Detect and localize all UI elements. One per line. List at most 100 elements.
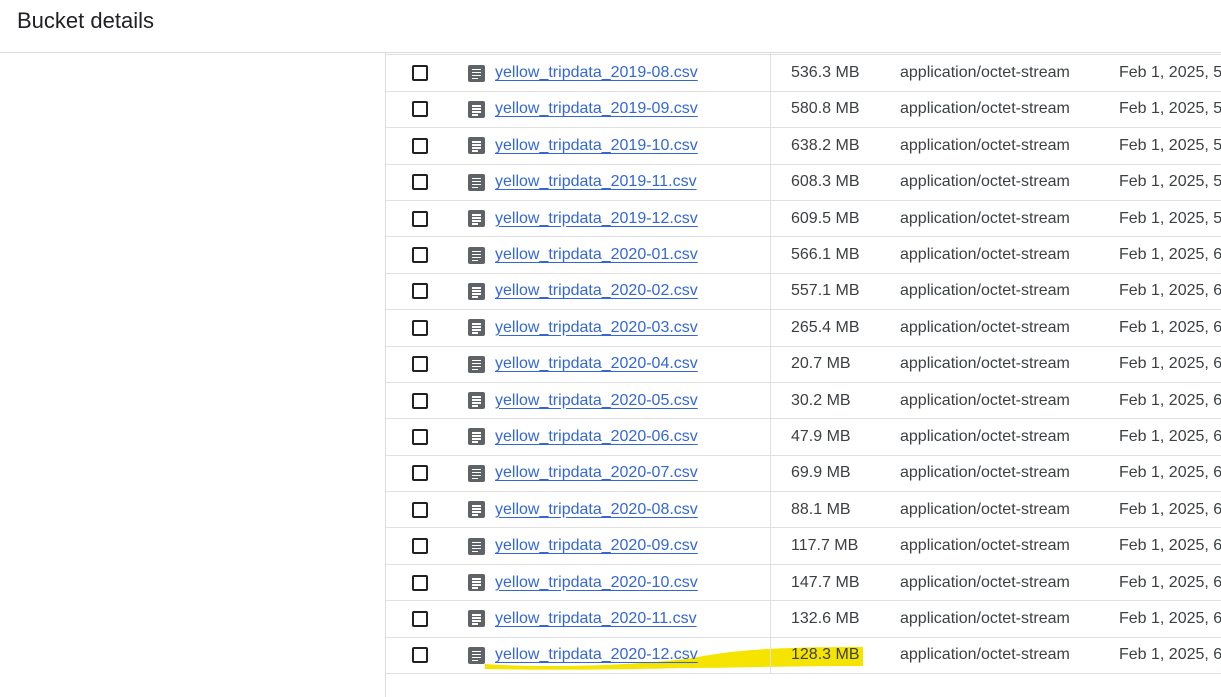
file-created-date: Feb 1, 2025, 6: <box>1119 282 1221 300</box>
column-divider <box>770 55 771 91</box>
column-divider <box>770 564 771 601</box>
row-select-checkbox[interactable] <box>412 383 428 418</box>
file-size: 609.5 MB <box>791 209 860 227</box>
row-select-checkbox[interactable] <box>412 347 428 382</box>
file-icon-cell <box>468 419 485 454</box>
file-name-cell: yellow_tripdata_2019-12.csv <box>495 201 698 236</box>
file-document-icon <box>468 137 485 155</box>
table-row: yellow_tripdata_2020-08.csv 88.1 MB applic… <box>386 492 1221 529</box>
file-name-link[interactable]: yellow_tripdata_2019-11.csv <box>495 173 697 191</box>
file-type: application/octet-stream <box>900 173 1070 191</box>
file-icon-cell <box>468 347 485 382</box>
file-icon-cell <box>468 310 485 345</box>
checkbox-box[interactable] <box>412 210 428 227</box>
row-select-checkbox[interactable] <box>412 638 428 673</box>
checkbox-box[interactable] <box>412 319 428 336</box>
checkbox-box[interactable] <box>412 501 428 518</box>
table-row: yellow_tripdata_2019-09.csv 580.8 MB appli… <box>386 91 1221 129</box>
checkbox-box[interactable] <box>412 647 428 664</box>
row-select-checkbox[interactable] <box>412 528 428 563</box>
file-name-cell: yellow_tripdata_2020-05.csv <box>495 383 698 418</box>
file-document-icon <box>468 464 485 482</box>
checkbox-box[interactable] <box>412 247 428 264</box>
file-name-cell: yellow_tripdata_2019-08.csv <box>495 55 698 90</box>
file-created-date: Feb 1, 2025, 6: <box>1119 246 1221 264</box>
file-document-icon <box>468 355 485 373</box>
file-name-link[interactable]: yellow_tripdata_2020-07.csv <box>495 464 698 482</box>
column-divider <box>770 164 771 200</box>
file-document-icon <box>468 100 485 118</box>
checkbox-box[interactable] <box>412 137 428 154</box>
file-icon-cell <box>468 55 485 90</box>
column-divider <box>770 200 771 237</box>
checkbox-box[interactable] <box>412 101 428 118</box>
file-name-link[interactable]: yellow_tripdata_2020-11.csv <box>495 610 697 628</box>
checkbox-box[interactable] <box>412 174 428 191</box>
column-divider <box>770 637 771 674</box>
file-name-link[interactable]: yellow_tripdata_2020-08.csv <box>495 501 698 519</box>
file-type: application/octet-stream <box>900 209 1070 227</box>
file-name-link[interactable]: yellow_tripdata_2020-05.csv <box>495 392 698 410</box>
file-document-icon <box>468 392 485 410</box>
file-document-icon <box>468 64 485 82</box>
file-name-link[interactable]: yellow_tripdata_2020-04.csv <box>495 355 698 373</box>
row-select-checkbox[interactable] <box>412 492 428 527</box>
file-name-link[interactable]: yellow_tripdata_2020-06.csv <box>495 428 698 446</box>
row-select-checkbox[interactable] <box>412 274 428 309</box>
checkbox-box[interactable] <box>412 283 428 300</box>
column-divider <box>770 310 771 346</box>
file-document-icon <box>468 574 485 592</box>
row-select-checkbox[interactable] <box>412 128 428 163</box>
file-icon-cell <box>468 601 485 636</box>
file-name-link[interactable]: yellow_tripdata_2020-09.csv <box>495 537 698 555</box>
file-name-link[interactable]: yellow_tripdata_2019-10.csv <box>495 137 698 155</box>
checkbox-box[interactable] <box>412 538 428 555</box>
table-row: yellow_tripdata_2020-09.csv 117.7 MB appli… <box>386 528 1221 565</box>
file-name-link[interactable]: yellow_tripdata_2020-01.csv <box>495 246 698 264</box>
file-size: 608.3 MB <box>791 173 860 191</box>
table-row: yellow_tripdata_2020-06.csv 47.9 MB applic… <box>386 419 1221 456</box>
row-select-checkbox[interactable] <box>412 201 428 236</box>
file-type: application/octet-stream <box>900 537 1070 555</box>
row-select-checkbox[interactable] <box>412 310 428 345</box>
file-document-icon <box>468 319 485 337</box>
file-name-link[interactable]: yellow_tripdata_2020-10.csv <box>495 574 698 592</box>
page-header: Bucket details <box>0 0 1221 53</box>
checkbox-box[interactable] <box>412 610 428 627</box>
file-icon-cell <box>468 92 485 127</box>
file-created-date: Feb 1, 2025, 5: <box>1119 100 1221 118</box>
file-name-link[interactable]: yellow_tripdata_2019-09.csv <box>495 100 698 118</box>
checkbox-box[interactable] <box>412 65 428 82</box>
file-name-link[interactable]: yellow_tripdata_2019-08.csv <box>495 64 698 82</box>
row-select-checkbox[interactable] <box>412 237 428 272</box>
file-name-cell: yellow_tripdata_2020-08.csv <box>495 492 698 527</box>
file-icon-cell <box>468 128 485 163</box>
file-icon-cell <box>468 638 485 673</box>
file-name-cell: yellow_tripdata_2020-09.csv <box>495 528 698 563</box>
file-name-link[interactable]: yellow_tripdata_2020-12.csv <box>495 646 698 664</box>
checkbox-box[interactable] <box>412 356 428 373</box>
checkbox-box[interactable] <box>412 465 428 482</box>
table-row: yellow_tripdata_2020-12.csv 128.3 MB appli… <box>386 637 1221 675</box>
row-select-checkbox[interactable] <box>412 165 428 200</box>
file-name-link[interactable]: yellow_tripdata_2019-12.csv <box>495 210 698 228</box>
checkbox-box[interactable] <box>412 428 428 445</box>
file-created-date: Feb 1, 2025, 6: <box>1119 391 1221 409</box>
file-name-link[interactable]: yellow_tripdata_2020-03.csv <box>495 319 698 337</box>
row-select-checkbox[interactable] <box>412 601 428 636</box>
file-created-date: Feb 1, 2025, 5: <box>1119 136 1221 154</box>
file-name-link[interactable]: yellow_tripdata_2020-02.csv <box>495 282 698 300</box>
file-document-icon <box>468 282 485 300</box>
file-created-date: Feb 1, 2025, 5: <box>1119 173 1221 191</box>
file-icon-cell <box>468 528 485 563</box>
file-size: 566.1 MB <box>791 246 860 264</box>
file-created-date: Feb 1, 2025, 6: <box>1119 500 1221 518</box>
column-divider <box>770 601 771 637</box>
row-select-checkbox[interactable] <box>412 55 428 90</box>
checkbox-box[interactable] <box>412 574 428 591</box>
row-select-checkbox[interactable] <box>412 92 428 127</box>
row-select-checkbox[interactable] <box>412 565 428 600</box>
row-select-checkbox[interactable] <box>412 419 428 454</box>
checkbox-box[interactable] <box>412 392 428 409</box>
row-select-checkbox[interactable] <box>412 456 428 491</box>
